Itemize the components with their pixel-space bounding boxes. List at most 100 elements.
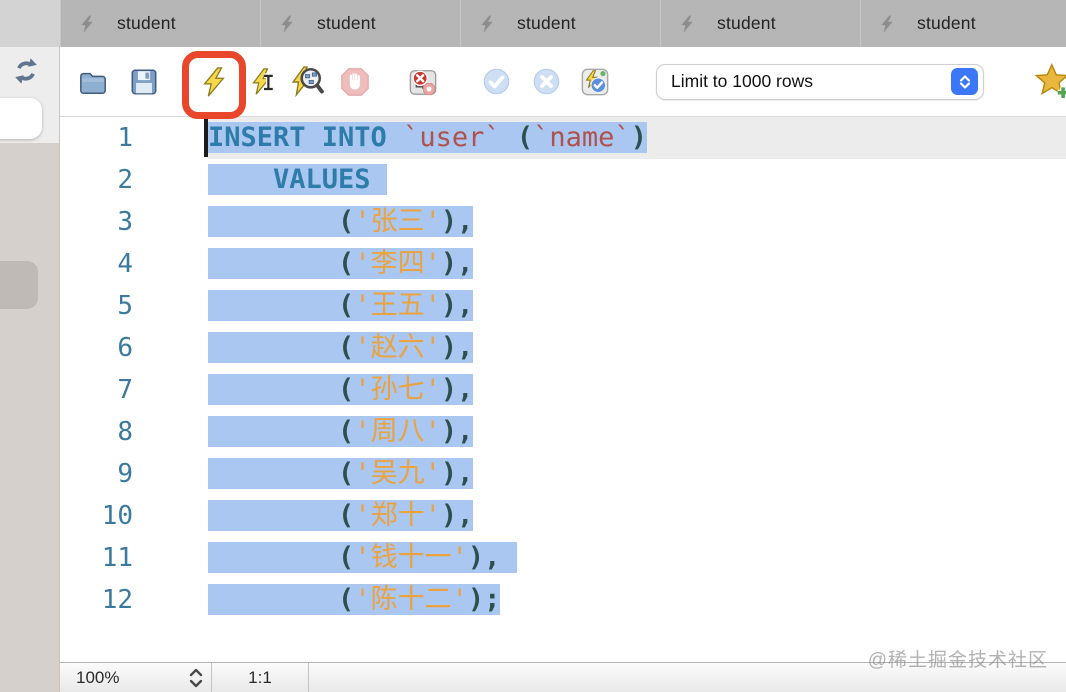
- open-script-button[interactable]: [78, 67, 108, 97]
- save-script-button[interactable]: [129, 67, 159, 97]
- toggle-stop-on-error-button[interactable]: [408, 67, 438, 97]
- code-line[interactable]: 11 ('钱十一'),: [60, 537, 1066, 579]
- tab-label: student: [917, 13, 976, 33]
- line-number: 4: [117, 249, 133, 279]
- explain-plan-button[interactable]: [290, 65, 324, 99]
- commit-button[interactable]: [482, 67, 511, 96]
- stop-hand-icon: [341, 67, 369, 96]
- sidebar-search-field[interactable]: [0, 98, 42, 139]
- x-circle-icon: [533, 68, 560, 95]
- code-text[interactable]: INSERT INTO `user` (`name`): [204, 117, 1066, 159]
- tab-label: student: [717, 13, 776, 33]
- code-line[interactable]: 7 ('孙七'),: [60, 369, 1066, 411]
- tab-label: student: [117, 13, 176, 33]
- sql-editor-toolbar: Limit to 1000 rows: [60, 47, 1066, 119]
- mysql-workbench-window: student student student student student …: [0, 0, 1066, 692]
- lightning-cursor-icon: [252, 67, 273, 95]
- stop-execution-button[interactable]: [340, 67, 370, 97]
- limit-rows-select[interactable]: Limit to 1000 rows: [656, 63, 984, 100]
- caret-position-label: 1:1: [248, 667, 272, 687]
- tab-label: student: [517, 13, 576, 33]
- line-number: 10: [101, 501, 133, 531]
- refresh-icon[interactable]: [11, 56, 41, 86]
- up-down-chevrons-icon: [951, 68, 978, 95]
- code-text[interactable]: ('王五'),: [208, 285, 1066, 327]
- check-circle-icon: [483, 68, 510, 95]
- code-line[interactable]: 6 ('赵六'),: [60, 327, 1066, 369]
- zoom-level-label: 100%: [76, 667, 120, 687]
- tab-label: student: [317, 13, 376, 33]
- code-text[interactable]: ('吴九'),: [208, 453, 1066, 495]
- folder-icon: [80, 72, 106, 94]
- tab-bar-corner: [0, 0, 60, 47]
- text-selection: INSERT INTO `user` (`name`): [208, 122, 647, 153]
- code-text[interactable]: ('李四'),: [208, 243, 1066, 285]
- schema-sidebar: [0, 47, 60, 692]
- text-selection: ('孙七'),: [208, 374, 474, 405]
- line-number: 7: [117, 375, 133, 405]
- code-text[interactable]: ('陈十二');: [208, 579, 1066, 621]
- line-number: 12: [101, 585, 133, 615]
- line-number: 5: [117, 291, 133, 321]
- zoom-control: 100%: [60, 663, 212, 692]
- text-selection: ('赵六'),: [208, 332, 474, 363]
- lightning-magnifier-icon: [291, 65, 324, 97]
- execute-current-statement-button[interactable]: [250, 67, 278, 96]
- text-selection: ('王五'),: [208, 290, 474, 321]
- code-text[interactable]: VALUES: [208, 159, 1066, 201]
- code-text[interactable]: ('赵六'),: [208, 327, 1066, 369]
- code-line[interactable]: 5 ('王五'),: [60, 285, 1066, 327]
- tab-student[interactable]: student: [60, 0, 260, 47]
- code-text[interactable]: ('张三'),: [208, 201, 1066, 243]
- text-selection: ('李四'),: [208, 248, 474, 279]
- code-line[interactable]: 12 ('陈十二');: [60, 579, 1066, 621]
- line-number: 9: [117, 459, 133, 489]
- text-selection: ('周八'),: [208, 416, 474, 447]
- code-text[interactable]: ('钱十一'),: [208, 537, 1066, 579]
- floppy-icon: [131, 69, 157, 94]
- text-selection: ('郑十'),: [208, 500, 474, 531]
- stop-on-error-icon: [409, 69, 437, 95]
- code-text[interactable]: ('孙七'),: [208, 369, 1066, 411]
- code-text[interactable]: ('周八'),: [208, 411, 1066, 453]
- code-line[interactable]: 9 ('吴九'),: [60, 453, 1066, 495]
- limit-rows-value: Limit to 1000 rows: [671, 71, 814, 91]
- line-number: 6: [117, 333, 133, 363]
- code-text[interactable]: ('郑十'),: [208, 495, 1066, 537]
- tab-student[interactable]: student: [660, 0, 860, 47]
- code-line[interactable]: 8 ('周八'),: [60, 411, 1066, 453]
- text-selection: ('陈十二');: [208, 584, 501, 615]
- lightning-icon: [278, 13, 296, 35]
- code-line[interactable]: 1 INSERT INTO `user` (`name`): [60, 117, 1066, 159]
- sql-code-editor[interactable]: 1 INSERT INTO `user` (`name`) 2 VALUES 3 (…: [60, 117, 1066, 662]
- line-number: 1: [117, 123, 133, 153]
- add-favorite-button[interactable]: [1034, 62, 1066, 101]
- editor-tab-bar: student student student student student: [0, 0, 1066, 47]
- caret-position-cell: 1:1: [212, 663, 309, 692]
- tab-student[interactable]: student: [460, 0, 660, 47]
- tab-student[interactable]: student: [260, 0, 460, 47]
- tab-student[interactable]: student: [860, 0, 1060, 47]
- code-line[interactable]: 3 ('张三'),: [60, 201, 1066, 243]
- text-selection: ('吴九'),: [208, 458, 474, 489]
- lightning-icon: [878, 13, 896, 35]
- text-selection: ('张三'),: [208, 206, 474, 237]
- lightning-check-icon: [581, 68, 609, 95]
- execute-script-button[interactable]: [182, 50, 246, 119]
- sidebar-schema-item[interactable]: [0, 261, 38, 309]
- toggle-autocommit-button[interactable]: [580, 67, 610, 97]
- code-line[interactable]: 4 ('李四'),: [60, 243, 1066, 285]
- line-number: 3: [117, 207, 133, 237]
- star-plus-icon: [1034, 62, 1066, 98]
- line-number: 8: [117, 417, 133, 447]
- lightning-icon: [678, 13, 696, 35]
- lightning-icon: [203, 66, 225, 96]
- code-line[interactable]: 2 VALUES: [60, 159, 1066, 201]
- text-selection: ('钱十一'),: [208, 542, 517, 573]
- rollback-button[interactable]: [532, 67, 561, 96]
- code-line[interactable]: 10 ('郑十'),: [60, 495, 1066, 537]
- lightning-icon: [78, 13, 96, 35]
- lightning-icon: [478, 13, 496, 35]
- text-caret: [204, 119, 208, 157]
- up-down-chevrons-icon[interactable]: [188, 666, 204, 690]
